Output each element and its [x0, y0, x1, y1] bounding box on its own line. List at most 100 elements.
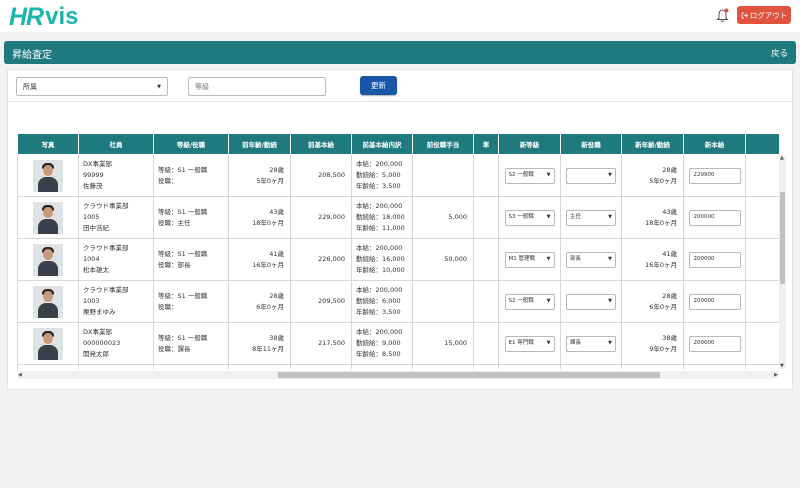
employee-photo	[33, 285, 63, 318]
new-post-value: 部長	[570, 256, 582, 262]
rate-cell	[473, 322, 499, 365]
column-header: 前基本給内訳	[351, 133, 413, 155]
horizontal-scroll-thumb[interactable]	[278, 372, 660, 378]
employee-name: 栗野まゆみ	[83, 308, 116, 316]
chevron-down-icon: ▼	[546, 214, 551, 220]
current-tenure: 16年0ヶ月	[252, 260, 284, 269]
chevron-down-icon: ▼	[608, 214, 612, 220]
logout-button[interactable]: ログアウト	[737, 6, 791, 24]
new-grade-select[interactable]: E1 専門職 ▼	[504, 335, 555, 352]
breakdown-tenure: 勤続給：18,000	[356, 213, 405, 221]
employee-id: 99999	[83, 171, 104, 179]
back-link[interactable]: 戻る	[771, 47, 788, 59]
new-grade-select[interactable]: S2 一般職 ▼	[504, 293, 555, 310]
new-base-input[interactable]: 200000	[688, 335, 741, 352]
hrvis-logo[interactable]: HR vis	[9, 3, 78, 31]
table-row[interactable]: クラウド事業部 1004 松本雄太 等級：S1 一般職 役職：部長 41歳 16年0ヶ月 22…	[17, 238, 779, 281]
column-header: 新本給	[683, 133, 746, 155]
new-tenure-pay-cell	[745, 196, 779, 239]
employee-name: 開発太郎	[83, 350, 109, 358]
employee-cell: DX事業部 99999 佐藤茂	[78, 154, 154, 197]
base-breakdown-cell: 本給：200,000 勤続給：18,000 年齢給：11,000	[351, 196, 413, 239]
department-select[interactable]: 所属 ▼	[16, 77, 168, 96]
table-row[interactable]: クラウド事業部 1005 田中浩紀 等級：S1 一般職 役職：主任 43歳 18年0ヶ月 22…	[17, 196, 779, 239]
breakdown-tenure: 勤続給：5,000	[356, 171, 401, 179]
post-allowance-cell: 15,000	[412, 322, 474, 365]
base-breakdown-cell: 本給：200,000 勤続給：9,000 年齢給：8,500	[351, 322, 413, 365]
employee-name: 田中浩紀	[83, 224, 109, 232]
new-post-cell: ▼	[560, 154, 622, 197]
new-base-input[interactable]: 200000	[688, 251, 741, 268]
new-post-select[interactable]: 主任 ▼	[566, 209, 616, 226]
new-tenure-pay-cell	[745, 280, 779, 323]
new-base-input[interactable]: 229900	[688, 167, 741, 184]
breakdown-age: 年齢給：10,000	[356, 266, 405, 274]
age-tenure-cell: 41歳 16年0ヶ月	[228, 238, 291, 281]
new-age-tenure-cell: 41歳 16年0ヶ月	[621, 238, 684, 281]
new-tenure: 5年0ヶ月	[649, 176, 677, 185]
current-tenure: 5年0ヶ月	[256, 176, 284, 185]
grade-cell: 等級：S1 一般職 役職：課長	[153, 322, 229, 365]
current-grade: 等級：S1 一般職	[158, 291, 208, 300]
breakdown-main: 本給：200,000	[356, 202, 403, 210]
table-row[interactable]: クラウド事業部 1003 栗野まゆみ 等級：S1 一般職 役職： 28歳 6年0ヶ月 209,…	[17, 280, 779, 323]
employee-id: 1004	[83, 255, 100, 263]
scroll-up-icon[interactable]: ▲	[780, 155, 784, 161]
grade-cell: 等級：S1 一般職 役職：部長	[153, 238, 229, 281]
employee-photo	[33, 243, 63, 276]
scroll-right-icon[interactable]: ▶	[774, 372, 778, 378]
age-tenure-cell: 38歳 8年11ヶ月	[228, 322, 291, 365]
base-breakdown-cell: 本給：200,000 勤続給：16,000 年齢給：10,000	[351, 238, 413, 281]
new-base-input[interactable]: 200000	[688, 209, 741, 226]
rate-cell	[473, 238, 499, 281]
photo-cell	[17, 154, 79, 197]
logout-label: ログアウト	[749, 10, 788, 20]
new-post-select[interactable]: ▼	[566, 167, 616, 184]
table-cell	[683, 364, 746, 369]
vertical-scrollbar[interactable]: ▲ ▼	[779, 155, 786, 369]
new-age: 28歳	[662, 291, 677, 300]
vertical-scroll-thumb[interactable]	[780, 192, 785, 284]
employee-cell: クラウド事業部 1004 松本雄太	[78, 238, 154, 281]
bell-icon[interactable]	[716, 8, 729, 23]
table-row[interactable]: DX事業部 99999 佐藤茂 等級：S1 一般職 役職： 28歳 5年0ヶ月 208,500…	[17, 154, 779, 197]
new-post-select[interactable]: ▼	[566, 293, 616, 310]
table-cell	[153, 364, 229, 369]
grade-cell: 等級：S1 一般職 役職：	[153, 280, 229, 323]
new-grade-select[interactable]: M1 管理職 ▼	[504, 251, 555, 268]
base-salary-cell: 208,500	[290, 154, 352, 197]
grade-cell: 等級：S1 一般職 役職：主任	[153, 196, 229, 239]
table-cell	[290, 364, 352, 369]
chevron-down-icon: ▼	[608, 298, 612, 304]
current-tenure: 6年0ヶ月	[256, 302, 284, 311]
horizontal-scrollbar[interactable]: ◀ ▶	[17, 371, 779, 379]
column-header: 新等級	[498, 133, 561, 155]
page-title: 昇給査定	[12, 50, 52, 61]
table-row[interactable]	[17, 364, 779, 369]
new-base-input[interactable]: 200000	[688, 293, 741, 310]
department-select-value: 所属	[23, 82, 37, 91]
new-age-tenure-cell: 28歳 5年0ヶ月	[621, 154, 684, 197]
age-tenure-cell: 28歳 5年0ヶ月	[228, 154, 291, 197]
current-tenure: 8年11ヶ月	[252, 344, 284, 353]
new-grade-value: S3 一般職	[508, 214, 534, 220]
new-age: 43歳	[662, 207, 677, 216]
new-grade-select[interactable]: S3 一般職 ▼	[504, 209, 555, 226]
current-age: 28歳	[269, 165, 284, 174]
base-breakdown-cell: 本給：200,000 勤続給：5,000 年齢給：3,500	[351, 154, 413, 197]
scroll-left-icon[interactable]: ◀	[18, 372, 22, 378]
new-post-select[interactable]: 課長 ▼	[566, 335, 616, 352]
update-button[interactable]: 更新	[360, 76, 397, 95]
grade-input[interactable]: 等級	[188, 77, 326, 96]
current-grade: 等級：S1 一般職	[158, 207, 208, 216]
table-row[interactable]: DX事業部 000000023 開発太郎 等級：S1 一般職 役職：課長 38歳 8年11ヶ…	[17, 322, 779, 365]
current-grade: 等級：S1 一般職	[158, 165, 208, 174]
scroll-down-icon[interactable]: ▼	[780, 363, 784, 369]
new-post-select[interactable]: 部長 ▼	[566, 251, 616, 268]
current-age: 28歳	[269, 291, 284, 300]
breakdown-main: 本給：200,000	[356, 328, 403, 336]
new-base-cell: 200000	[683, 196, 746, 239]
employee-id: 1005	[83, 213, 100, 221]
new-grade-select[interactable]: S2 一般職 ▼	[504, 167, 555, 184]
column-header: 新勤続	[745, 133, 779, 155]
